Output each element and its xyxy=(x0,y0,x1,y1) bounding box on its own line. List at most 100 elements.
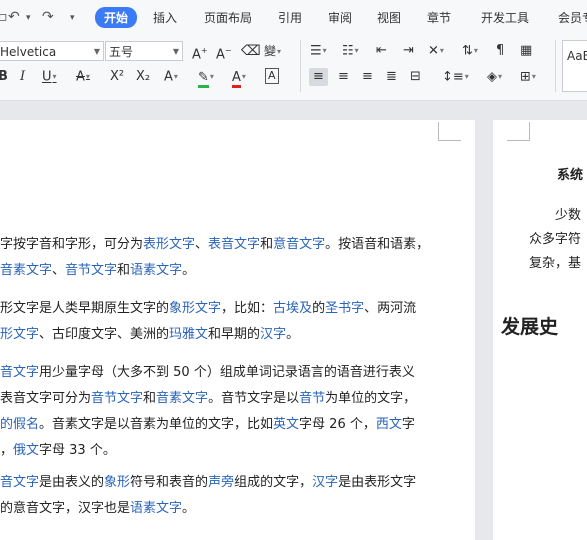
line-spacing-icon[interactable]: ↕≡▾ xyxy=(442,68,469,87)
text-line: 音文字是由表义的象形符号和表音的声旁组成的文字，汉字是由表形文字 xyxy=(0,470,416,496)
hyperlink[interactable]: 英文 xyxy=(273,417,299,432)
hyperlink[interactable]: 音素文字 xyxy=(0,263,52,278)
increase-indent-icon[interactable]: ⇥ xyxy=(403,42,414,60)
text-line: 表音文字可分为音节文字和音素文字。音节文字是以音节为单位的文字， xyxy=(0,386,416,412)
text-span: 。音节文字是以 xyxy=(208,391,300,406)
text-effect-button[interactable]: A▾ xyxy=(164,68,178,87)
table-borders-icon[interactable]: ▦ xyxy=(520,42,532,60)
hyperlink[interactable]: 的假名 xyxy=(0,417,39,432)
tab-home[interactable]: 开始 xyxy=(95,7,138,28)
save-icon[interactable]: ▫ xyxy=(0,9,8,25)
font-name-select[interactable]: Helvetica ▼ xyxy=(0,41,104,61)
chevron-down-icon: ▼ xyxy=(172,47,179,56)
hyperlink[interactable]: 音文字 xyxy=(0,365,39,380)
align-center-icon[interactable]: ≡ xyxy=(338,68,349,86)
sort-icon[interactable]: ⇅▾ xyxy=(462,42,478,61)
hyperlink[interactable]: 象形 xyxy=(104,475,130,490)
numbered-list-icon[interactable]: ☷▾ xyxy=(342,42,359,61)
strike-label: A xyxy=(76,69,85,85)
next-document-page[interactable]: 系统 少数 众多字符 复杂，基 发展史 xyxy=(493,120,587,540)
text-line: 的假名。音素文字是以音素为单位的文字，比如英文字母 26 个，西文字 xyxy=(0,412,416,438)
clear-format-icon[interactable]: ⌫ xyxy=(241,42,261,60)
hyperlink[interactable]: 声旁 xyxy=(208,475,234,490)
tab-view[interactable]: 视图 xyxy=(377,9,401,26)
align-left-icon[interactable]: ≡ xyxy=(309,68,328,86)
undo-dropdown-icon[interactable]: ▾ xyxy=(26,13,31,23)
tab-references[interactable]: 引用 xyxy=(278,9,302,26)
undo-icon[interactable]: ↶ xyxy=(8,9,20,25)
hyperlink[interactable]: 古埃及 xyxy=(273,301,312,316)
text-span: 字母 33 个。 xyxy=(39,443,116,458)
highlight-button[interactable]: ✎▾ xyxy=(198,68,214,88)
hyperlink[interactable]: 象形文字 xyxy=(169,301,221,316)
subscript-button[interactable]: X₂ xyxy=(136,68,150,86)
paragraph-phonetic[interactable]: 音文字用少量字母（大多不到 50 个）组成单词记录语言的语音进行表义 表音文字可… xyxy=(0,360,416,464)
text-span: 、古印度文字、美洲的 xyxy=(39,327,170,342)
tab-insert[interactable]: 插入 xyxy=(153,9,177,26)
tab-review[interactable]: 审阅 xyxy=(328,9,352,26)
hyperlink[interactable]: 意音文字 xyxy=(273,237,325,252)
hyperlink[interactable]: 音节 xyxy=(299,391,325,406)
redo-icon[interactable]: ↷ xyxy=(42,9,54,25)
hyperlink[interactable]: 音节文字 xyxy=(65,263,117,278)
text-line: 的意音文字，汉字也是语素文字。 xyxy=(0,496,416,522)
font-size-select[interactable]: 五号 ▼ xyxy=(105,41,183,61)
hyperlink[interactable]: 汉字 xyxy=(312,475,338,490)
phonetic-guide-button[interactable]: 變▾ xyxy=(264,42,281,61)
text-line: ，俄文字母 33 个。 xyxy=(0,438,416,464)
strikethrough-button[interactable]: A▾ xyxy=(76,68,90,87)
bullet-list-icon[interactable]: ☰▾ xyxy=(310,42,327,61)
hyperlink[interactable]: 俄文 xyxy=(13,443,39,458)
italic-button[interactable]: I xyxy=(20,68,25,86)
superscript-button[interactable]: X² xyxy=(110,68,124,86)
paragraph-logophonetic[interactable]: 音文字是由表义的象形符号和表音的声旁组成的文字，汉字是由表形文字 的意音文字，汉… xyxy=(0,470,416,522)
paragraph-classification[interactable]: 字按字音和字形，可分为表形文字、表音文字和意音文字。按语音和语素， 音素文字、音… xyxy=(0,232,429,284)
tab-member[interactable]: 会员专 xyxy=(558,9,587,26)
font-name-value: Helvetica xyxy=(0,45,57,59)
text-span: 字 xyxy=(401,417,415,432)
text-span: 。 xyxy=(286,327,300,342)
font-color-label: A xyxy=(232,69,241,88)
show-marks-icon[interactable]: ¶ xyxy=(496,42,504,60)
underline-button[interactable]: U▾ xyxy=(42,68,57,87)
character-border-button[interactable]: A xyxy=(265,68,279,84)
styles-gallery[interactable]: AaB xyxy=(562,40,587,92)
hyperlink[interactable]: 西文 xyxy=(376,417,402,432)
text-span: 、 xyxy=(195,237,209,252)
font-color-button[interactable]: A▾ xyxy=(232,68,246,88)
hyperlink[interactable]: 圣书字 xyxy=(325,301,364,316)
hyperlink[interactable]: 表音文字 xyxy=(208,237,260,252)
align-right-icon[interactable]: ≡ xyxy=(362,68,373,86)
hyperlink[interactable]: 语素文字 xyxy=(130,501,182,516)
shrink-font-button[interactable]: A− xyxy=(216,42,232,64)
hyperlink[interactable]: 形文字 xyxy=(0,327,39,342)
decrease-indent-icon[interactable]: ⇤ xyxy=(376,42,387,60)
document-page[interactable]: 字按字音和字形，可分为表形文字、表音文字和意音文字。按语音和语素， 音素文字、音… xyxy=(0,120,475,540)
hyperlink[interactable]: 音节文字 xyxy=(91,391,143,406)
text-line: 众多字符 xyxy=(529,232,582,247)
tab-chapter[interactable]: 章节 xyxy=(427,9,451,26)
text-effect-label: A xyxy=(164,69,173,85)
text-line: 音素文字、音节文字和语素文字。 xyxy=(0,258,429,284)
bold-button[interactable]: B xyxy=(0,68,8,86)
chinese-layout-icon[interactable]: ✕▾ xyxy=(428,42,444,61)
distributed-align-icon[interactable]: ⊟ xyxy=(410,68,421,86)
text-span: 和 xyxy=(260,237,274,252)
hyperlink[interactable]: 音文字 xyxy=(0,475,39,490)
hyperlink[interactable]: 汉字 xyxy=(260,327,286,342)
text-span: 形文字是人类早期原生文字的 xyxy=(0,301,170,316)
tab-page-layout[interactable]: 页面布局 xyxy=(204,9,252,26)
customize-dropdown-icon[interactable]: ▾ xyxy=(70,13,75,23)
hyperlink[interactable]: 表形文字 xyxy=(143,237,195,252)
underline-label: U xyxy=(42,69,52,85)
grow-font-button[interactable]: A+ xyxy=(192,42,208,64)
justify-icon[interactable]: ≣ xyxy=(386,68,397,86)
hyperlink[interactable]: 音素文字 xyxy=(156,391,208,406)
paragraph-ideographic[interactable]: 形文字是人类早期原生文字的象形文字，比如：古埃及的圣书字、两河流 形文字、古印度… xyxy=(0,296,416,348)
borders-icon[interactable]: ⊞▾ xyxy=(520,68,536,87)
shading-icon[interactable]: ◈▾ xyxy=(487,68,502,87)
hyperlink[interactable]: 玛雅文 xyxy=(169,327,208,342)
text-span: 字母 26 个， xyxy=(299,417,376,432)
hyperlink[interactable]: 语素文字 xyxy=(130,263,182,278)
tab-developer-tools[interactable]: 开发工具 xyxy=(481,9,529,26)
